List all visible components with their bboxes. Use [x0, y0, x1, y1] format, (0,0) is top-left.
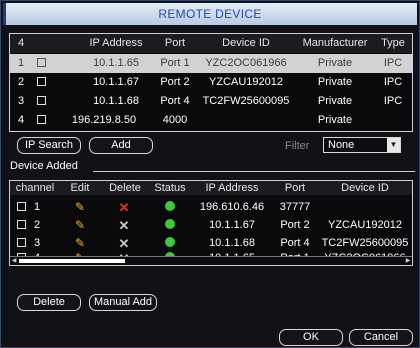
row-ip: 10.1.1.67: [209, 219, 255, 231]
row-port: 37777: [279, 201, 311, 213]
search-row[interactable]: 4 196.219.8.50 4000 Private: [10, 111, 412, 130]
filter-select[interactable]: None ▼: [323, 137, 401, 153]
added-row[interactable]: 2 ✎ ✕ 10.1.1.67 Port 2 YZCAU192012: [10, 216, 412, 235]
green-dot-icon: [165, 219, 175, 229]
section-divider: [93, 171, 415, 172]
row-ip: 196.610.6.46: [199, 201, 265, 213]
green-dot-icon: [165, 237, 175, 247]
row-checkbox[interactable]: [34, 73, 48, 92]
row-ip: 196.219.8.50: [71, 114, 137, 126]
row-manufacturer: Private: [317, 57, 353, 69]
row-index: 3: [17, 95, 25, 107]
header-ip-address[interactable]: IP Address: [194, 181, 270, 195]
added-row[interactable]: 1 ✎ ✕ 196.610.6.46 37777: [10, 198, 412, 217]
remote-device-window: REMOTE DEVICE 4 IP Address Port Device I…: [0, 0, 420, 348]
header-port[interactable]: Port: [272, 181, 318, 195]
cancel-button[interactable]: Cancel: [349, 329, 413, 346]
row-manufacturer: Private: [317, 76, 353, 88]
checkbox-icon[interactable]: [36, 77, 46, 86]
row-type: IPC: [383, 76, 403, 88]
manual-add-button[interactable]: Manual Add: [89, 294, 157, 311]
pencil-icon[interactable]: ✎: [70, 198, 90, 217]
row-channel: 1: [33, 201, 41, 213]
row-checkbox[interactable]: [14, 216, 28, 235]
row-device-id: YZC2OC061966: [205, 57, 287, 69]
header-index: 4: [17, 37, 25, 49]
header-delete[interactable]: Delete: [104, 181, 146, 195]
scrollbar-thumb[interactable]: [19, 259, 125, 263]
delete-x-icon[interactable]: ✕: [114, 216, 134, 235]
header-manufacturer[interactable]: Manufacturer: [296, 34, 374, 53]
checkbox-icon[interactable]: [16, 238, 26, 247]
checkbox-icon[interactable]: [16, 202, 26, 211]
row-port: Port 4: [160, 95, 190, 107]
row-channel: 2: [33, 219, 41, 231]
row-index: 1: [17, 57, 25, 69]
row-port: Port 2: [160, 76, 190, 88]
row-ip: 10.1.1.65: [93, 57, 139, 69]
row-type: IPC: [383, 57, 403, 69]
ip-search-button[interactable]: IP Search: [17, 137, 81, 154]
row-port: 4000: [162, 114, 188, 126]
row-port: Port 2: [280, 219, 310, 231]
horizontal-scrollbar[interactable]: ◀ ▶: [10, 256, 412, 265]
search-row[interactable]: 1 10.1.1.65 Port 1 YZC2OC061966 Private …: [10, 54, 412, 73]
row-ip: 10.1.1.67: [93, 76, 139, 88]
header-port[interactable]: Port: [154, 34, 196, 53]
header-channel[interactable]: channel: [10, 181, 60, 195]
row-device-id: YZCAU192012: [209, 76, 283, 88]
search-row[interactable]: 2 10.1.1.67 Port 2 YZCAU192012 Private I…: [10, 73, 412, 92]
green-dot-icon: [165, 201, 175, 211]
filter-value: None: [328, 139, 355, 151]
checkbox-icon[interactable]: [36, 58, 46, 67]
row-device-id: YZCAU192012: [328, 219, 402, 231]
delete-button[interactable]: Delete: [17, 294, 81, 311]
window-title: REMOTE DEVICE: [158, 7, 262, 21]
title-bar-edge: [3, 3, 6, 25]
header-ip-address[interactable]: IP Address: [78, 34, 154, 53]
checkbox-icon[interactable]: [16, 220, 26, 229]
search-row[interactable]: 3 10.1.1.68 Port 4 TC2FW25600095 Private…: [10, 92, 412, 111]
row-checkbox[interactable]: [34, 111, 48, 130]
checkbox-icon[interactable]: [36, 96, 46, 105]
scroll-left-icon[interactable]: ◀: [10, 257, 18, 265]
row-port: Port 1: [160, 57, 190, 69]
search-table-header: 4 IP Address Port Device ID Manufacturer…: [10, 34, 412, 53]
scroll-right-icon[interactable]: ▶: [404, 257, 412, 265]
row-type: IPC: [383, 95, 403, 107]
row-checkbox[interactable]: [14, 198, 28, 217]
delete-x-icon[interactable]: ✕: [114, 198, 134, 217]
filter-label: Filter: [285, 140, 310, 152]
status-dot: [160, 216, 180, 235]
header-status[interactable]: Status: [150, 181, 190, 195]
header-device-id[interactable]: Device ID: [196, 34, 296, 53]
search-results-table: 4 IP Address Port Device ID Manufacturer…: [9, 33, 413, 132]
row-index: 4: [17, 114, 25, 126]
row-ip: 10.1.1.68: [93, 95, 139, 107]
checkbox-icon[interactable]: [36, 115, 46, 124]
header-device-id[interactable]: Device ID: [318, 181, 412, 195]
add-button[interactable]: Add: [89, 137, 153, 154]
device-added-label: Device Added: [10, 160, 78, 172]
row-device-id: TC2FW25600095: [202, 95, 290, 107]
pencil-icon[interactable]: ✎: [70, 216, 90, 235]
chevron-down-icon[interactable]: ▼: [387, 138, 400, 152]
header-edit[interactable]: Edit: [64, 181, 96, 195]
device-added-table: channel Edit Delete Status IP Address Po…: [9, 180, 413, 266]
row-manufacturer: Private: [317, 95, 353, 107]
title-bar: REMOTE DEVICE: [3, 3, 417, 25]
ok-button[interactable]: OK: [279, 329, 343, 346]
row-manufacturer: Private: [317, 114, 353, 126]
row-index: 2: [17, 76, 25, 88]
header-type[interactable]: Type: [374, 34, 412, 53]
added-table-header: channel Edit Delete Status IP Address Po…: [10, 181, 412, 195]
row-checkbox[interactable]: [34, 54, 48, 73]
row-checkbox[interactable]: [34, 92, 48, 111]
status-dot: [160, 198, 180, 217]
